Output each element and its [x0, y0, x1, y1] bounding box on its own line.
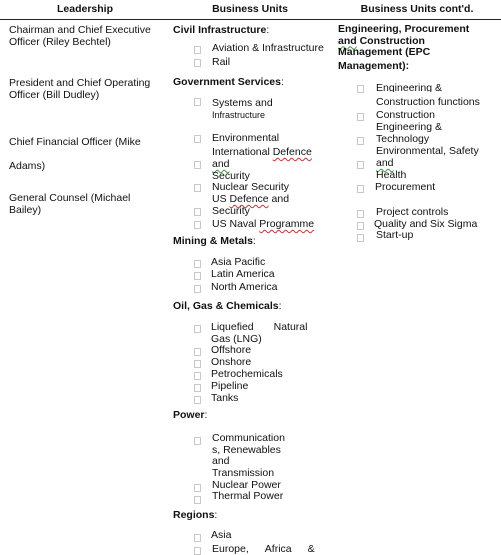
bullet-icon	[357, 185, 364, 193]
bullet-icon	[357, 113, 364, 121]
bullet-icon	[357, 222, 364, 230]
bullet-icon	[194, 59, 201, 67]
section-government-services: Government Services:	[173, 76, 284, 88]
bullet-icon	[194, 325, 201, 333]
bullet-icon	[194, 272, 201, 280]
bullet-icon	[194, 184, 201, 192]
bullet-icon	[194, 484, 201, 492]
list-item: Engineering & Technology	[376, 121, 442, 145]
list-item: Asia Pacific	[211, 256, 266, 268]
list-item: Asia	[211, 529, 232, 541]
bullet-icon	[194, 372, 201, 380]
header-business-units-contd: Business Units cont'd.	[360, 3, 474, 15]
list-item: Project controls	[376, 206, 449, 218]
list-item: Construction	[376, 109, 435, 121]
bullet-icon	[194, 46, 201, 54]
bullet-icon	[194, 547, 201, 555]
bullet-icon	[194, 496, 201, 504]
list-item: Thermal Power	[212, 490, 284, 502]
bullet-icon	[194, 135, 201, 143]
section-civil-infrastructure: Civil Infrastructure:	[173, 24, 270, 36]
list-item: Start-up	[376, 229, 414, 241]
leader-ceo: Chairman and Chief Executive Officer (Ri…	[9, 24, 151, 48]
list-item: Europe, Africa &	[212, 543, 315, 555]
leader-cfo: Chief Financial Officer (Mike Adams)	[9, 136, 141, 172]
list-item: Rail	[212, 56, 231, 68]
list-item: International Defence and Security	[212, 146, 312, 182]
leader-general-counsel: General Counsel (Michael Bailey)	[9, 192, 131, 216]
section-power: Power:	[173, 409, 208, 421]
bullet-icon	[194, 161, 201, 169]
bullet-icon	[194, 384, 201, 392]
list-item: Nuclear Security	[212, 181, 290, 193]
section-oil-gas-chemicals: Oil, Gas & Chemicals:	[173, 300, 282, 312]
bullet-icon	[194, 260, 201, 268]
section-regions: Regions:	[173, 509, 218, 521]
bullet-icon	[357, 137, 364, 145]
list-item: Latin America	[211, 268, 275, 280]
bullet-icon	[194, 221, 201, 229]
header-leadership: Leadership	[56, 3, 114, 15]
bullet-icon	[194, 208, 201, 216]
header-business-units: Business Units	[212, 3, 288, 15]
bullet-icon	[357, 234, 364, 242]
list-item: Pipeline	[211, 380, 249, 392]
list-item: Liquefied Natural Gas (LNG)	[211, 321, 308, 345]
leader-president: President and Chief Operating Officer (B…	[9, 77, 151, 101]
list-item: Environmental, Safety and Health	[376, 145, 479, 181]
list-item: Petrochemicals	[211, 368, 283, 380]
list-item: Tanks	[211, 392, 239, 404]
list-item: Communication s, Renewables and Transmis…	[212, 432, 285, 479]
list-item: Environmental	[212, 132, 280, 144]
bullet-icon	[357, 161, 364, 169]
bullet-icon	[194, 285, 201, 293]
section-epc-management: Engineering, Procurement and Constructio…	[338, 23, 470, 72]
bullet-icon	[194, 396, 201, 404]
list-item: Onshore	[211, 356, 252, 368]
bullet-icon	[194, 98, 201, 106]
list-item: US Defence and Security	[212, 193, 290, 217]
bullet-icon	[194, 437, 201, 445]
bullet-icon	[194, 360, 201, 368]
bullet-icon	[194, 534, 201, 542]
header-divider	[0, 19, 501, 20]
bullet-icon	[194, 348, 201, 356]
bullet-icon	[357, 210, 364, 218]
list-item: US Naval Programme	[212, 218, 315, 230]
list-item: Offshore	[211, 344, 252, 356]
list-item: North America	[211, 281, 278, 293]
section-mining-metals: Mining & Metals:	[173, 235, 256, 247]
list-item: Engineering & Construction functions	[376, 82, 480, 108]
list-item: Procurement	[375, 181, 436, 193]
bullet-icon	[357, 85, 364, 93]
list-item: Systems and Infrastructure	[212, 97, 273, 120]
list-item: Aviation & Infrastructure	[212, 42, 324, 54]
